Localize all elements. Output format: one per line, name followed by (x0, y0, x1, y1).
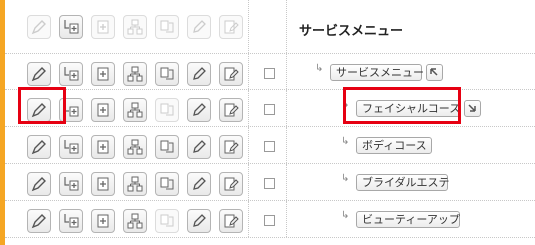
row-checkbox[interactable] (264, 68, 275, 79)
edit-document-icon (219, 15, 243, 39)
edit-icon[interactable] (27, 98, 51, 122)
column-separator (286, 127, 287, 163)
column-separator (248, 90, 249, 126)
tree-branch-icon: ↳ (341, 136, 350, 147)
menu-row: ↳ ビューティーアップ (5, 201, 535, 238)
edit-document-icon[interactable] (219, 172, 243, 196)
add-branch-icon[interactable] (123, 172, 147, 196)
add-item-icon (91, 15, 115, 39)
tree-branch-icon: ↳ (341, 173, 350, 184)
add-child-icon[interactable] (59, 15, 83, 39)
row-checkbox[interactable] (264, 178, 275, 189)
add-item-icon[interactable] (91, 172, 115, 196)
tree-branch-icon: ↳ (341, 99, 350, 110)
row-checkbox[interactable] (264, 141, 275, 152)
header-row: サービスメニュー (5, 0, 535, 54)
edit-document-icon[interactable] (219, 62, 243, 86)
move-icon (155, 209, 179, 233)
add-branch-icon[interactable] (123, 98, 147, 122)
menu-item-button[interactable]: ビューティーアップ (356, 211, 460, 228)
edit-document-icon[interactable] (219, 98, 243, 122)
column-separator (248, 0, 249, 53)
pencil-tool-icon (187, 15, 211, 39)
add-child-icon[interactable] (59, 209, 83, 233)
menu-row: ↳ フェイシャルコース (5, 90, 535, 127)
column-separator (286, 54, 287, 89)
add-branch-icon[interactable] (123, 62, 147, 86)
menu-row: ↳ ブライダルエステ (5, 164, 535, 201)
add-child-icon[interactable] (59, 135, 83, 159)
move-icon (155, 98, 179, 122)
pencil-tool-icon[interactable] (187, 62, 211, 86)
menu-row: ↳ サービスメニュー (5, 54, 535, 90)
edit-icon (27, 15, 51, 39)
column-separator (286, 201, 287, 237)
add-item-icon[interactable] (91, 209, 115, 233)
add-child-icon[interactable] (59, 62, 83, 86)
edit-document-icon[interactable] (219, 135, 243, 159)
column-separator (248, 201, 249, 237)
add-child-icon[interactable] (59, 172, 83, 196)
edit-icon[interactable] (27, 209, 51, 233)
column-separator (248, 127, 249, 163)
move-icon[interactable] (155, 62, 179, 86)
move-icon[interactable] (155, 135, 179, 159)
move-icon[interactable] (155, 172, 179, 196)
menu-item-button[interactable]: ボディコース (356, 137, 432, 154)
menu-row: ↳ ボディコース (5, 127, 535, 164)
menu-tree-list: サービスメニュー ↳ サービスメニュー ↳ フェイシャルコース ↳ ボディコース… (5, 0, 535, 238)
column-separator (286, 0, 287, 53)
pencil-tool-icon[interactable] (187, 209, 211, 233)
add-child-icon[interactable] (59, 98, 83, 122)
pencil-tool-icon[interactable] (187, 98, 211, 122)
edit-icon[interactable] (27, 172, 51, 196)
add-item-icon[interactable] (91, 62, 115, 86)
column-separator (248, 164, 249, 200)
down-right-arrow-icon[interactable] (464, 100, 481, 117)
pencil-tool-icon[interactable] (187, 135, 211, 159)
up-left-arrow-icon[interactable] (426, 64, 443, 81)
header-title: サービスメニュー (299, 24, 404, 39)
edit-icon[interactable] (27, 135, 51, 159)
menu-item-button[interactable]: フェイシャルコース (356, 100, 460, 117)
column-separator (286, 164, 287, 200)
row-checkbox[interactable] (264, 104, 275, 115)
add-branch-icon[interactable] (123, 135, 147, 159)
column-separator (286, 90, 287, 126)
tree-branch-icon: ↳ (341, 210, 350, 221)
row-checkbox[interactable] (264, 215, 275, 226)
menu-item-button[interactable]: サービスメニュー (330, 64, 424, 81)
edit-document-icon[interactable] (219, 209, 243, 233)
add-item-icon[interactable] (91, 98, 115, 122)
column-separator (248, 54, 249, 89)
tree-branch-icon: ↳ (315, 63, 324, 74)
move-icon (155, 15, 179, 39)
add-branch-icon (123, 15, 147, 39)
pencil-tool-icon[interactable] (187, 172, 211, 196)
menu-item-button[interactable]: ブライダルエステ (356, 174, 450, 191)
edit-icon[interactable] (27, 62, 51, 86)
add-item-icon[interactable] (91, 135, 115, 159)
add-branch-icon[interactable] (123, 209, 147, 233)
